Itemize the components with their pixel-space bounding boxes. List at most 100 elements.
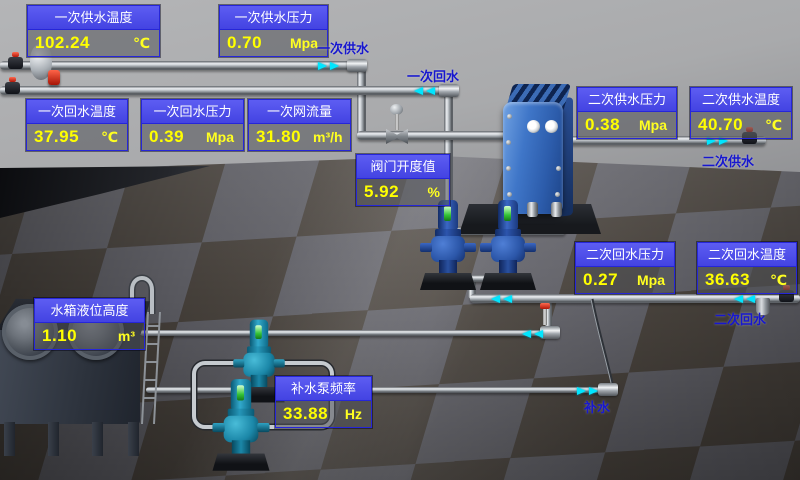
hx-port-upper-left xyxy=(527,120,540,133)
pump-foot xyxy=(232,440,250,455)
label-value-row: 5.92 % xyxy=(357,179,449,205)
circulation-pump-2[interactable] xyxy=(483,200,533,292)
tee-valve-red[interactable] xyxy=(540,303,550,325)
pump-volute xyxy=(431,236,465,262)
control-valve[interactable] xyxy=(384,104,410,146)
label-value-row: 0.70 Mpa xyxy=(220,30,327,56)
circulation-pump-1[interactable] xyxy=(423,200,473,292)
label-value: 5.92 xyxy=(364,182,399,202)
pump-flange xyxy=(274,359,285,367)
label-title: 二次回水压力 xyxy=(576,243,674,267)
hx-bolt xyxy=(506,166,511,171)
makeup-pump-2[interactable] xyxy=(216,379,267,473)
pump-base xyxy=(212,454,269,471)
label-value-row: 40.70 ℃ xyxy=(691,112,791,138)
label-title: 二次供水温度 xyxy=(691,88,791,112)
tank-leg xyxy=(128,422,139,456)
pump-run-lamp xyxy=(237,385,244,400)
flow-arrow-makeup xyxy=(577,387,598,395)
label-title: 一次网流量 xyxy=(249,100,350,124)
label-unit: m³ xyxy=(118,328,135,344)
pipe-primary-supply-drop xyxy=(357,66,366,138)
hmi-heat-exchange-station: 一次供水温度 102.24 ℃ 一次供水压力 0.70 Mpa 一次回水温度 3… xyxy=(0,0,800,480)
pump-flange xyxy=(464,243,476,252)
label-value: 102.24 xyxy=(35,33,90,53)
label-value: 36.63 xyxy=(705,270,750,290)
pipe-primary-supply-to-hx xyxy=(357,131,509,140)
label-value-row: 102.24 ℃ xyxy=(28,30,159,56)
pipe-coupling xyxy=(439,84,459,97)
pipe-coupling xyxy=(540,326,560,339)
label-value-row: 37.95 ℃ xyxy=(27,124,127,150)
pump-volute xyxy=(224,416,259,443)
label-secondary-return-pressure: 二次回水压力 0.27 Mpa xyxy=(575,242,675,294)
label-unit: Mpa xyxy=(290,35,318,51)
label-title: 一次供水压力 xyxy=(220,6,327,30)
label-value: 0.70 xyxy=(227,33,262,53)
flow-arrow-primary-supply xyxy=(318,62,339,70)
label-title: 二次供水压力 xyxy=(578,88,676,112)
label-value: 1.10 xyxy=(42,326,77,346)
small-red-pump[interactable] xyxy=(48,70,60,85)
label-makeup-pump-frequency: 补水泵频率 33.88 Hz xyxy=(275,376,372,428)
pump-run-lamp xyxy=(504,206,511,221)
label-value-row: 0.38 Mpa xyxy=(578,112,676,138)
pump-base xyxy=(480,273,536,290)
pipe-coupling xyxy=(347,59,367,72)
hx-bolt xyxy=(555,192,560,197)
label-value: 31.80 xyxy=(256,127,301,147)
pump-flange xyxy=(212,423,224,432)
label-title: 阀门开度值 xyxy=(357,155,449,179)
pipe-tag-secondary-return: 二次回水 xyxy=(714,309,766,328)
pipe-tag-makeup: 补水 xyxy=(584,397,610,416)
pipe-tank-line xyxy=(140,330,558,336)
label-primary-supply-temp: 一次供水温度 102.24 ℃ xyxy=(27,5,160,57)
control-valve-body xyxy=(386,129,408,144)
tank-leg xyxy=(92,422,103,456)
label-unit: Hz xyxy=(345,406,362,422)
hx-body xyxy=(503,102,563,214)
pump-base xyxy=(420,273,476,290)
label-primary-return-pressure: 一次回水压力 0.39 Mpa xyxy=(141,99,244,151)
valve-stem xyxy=(543,307,547,325)
label-primary-flow: 一次网流量 31.80 m³/h xyxy=(248,99,351,151)
control-valve-stem xyxy=(395,114,399,130)
hand-valve-primary-return[interactable] xyxy=(5,82,20,94)
pump-volute xyxy=(491,236,525,262)
label-title: 二次回水温度 xyxy=(698,243,796,267)
hx-bolt xyxy=(507,192,512,197)
hand-valve-primary-supply[interactable] xyxy=(8,57,23,69)
hx-bolt xyxy=(556,166,561,171)
pump-run-lamp xyxy=(255,325,261,339)
label-unit: % xyxy=(428,184,440,200)
pipe-primary-return xyxy=(0,86,452,95)
label-secondary-supply-pressure: 二次供水压力 0.38 Mpa xyxy=(577,87,677,139)
label-value-row: 0.27 Mpa xyxy=(576,267,674,293)
pump-volute xyxy=(243,353,274,377)
label-primary-return-temp: 一次回水温度 37.95 ℃ xyxy=(26,99,128,151)
pipe-primary-supply xyxy=(0,61,366,70)
label-title: 水箱液位高度 xyxy=(35,299,144,323)
pump-flange xyxy=(257,423,269,432)
label-value-row: 1.10 m³ xyxy=(35,323,144,349)
hx-bolt xyxy=(506,140,511,145)
pipe-tag-primary-supply: 一次供水 xyxy=(317,38,369,57)
label-unit: ℃ xyxy=(765,117,782,134)
tank-leg xyxy=(4,422,15,456)
pump-flange xyxy=(420,243,432,252)
label-title: 一次回水温度 xyxy=(27,100,127,124)
label-value: 37.95 xyxy=(34,127,79,147)
tank-leg xyxy=(48,422,59,456)
flow-arrow-tank-line xyxy=(522,330,543,338)
label-value: 0.38 xyxy=(585,115,620,135)
label-value: 0.27 xyxy=(583,270,618,290)
pump-flange xyxy=(524,243,536,252)
flow-arrow-secondary-return xyxy=(491,295,512,303)
label-unit: ℃ xyxy=(770,272,787,289)
pipe-coupling xyxy=(598,383,618,396)
hx-port-upper-right xyxy=(545,120,558,133)
valve-handle xyxy=(540,303,550,309)
pump-flange xyxy=(480,243,492,252)
pump-foot xyxy=(499,260,517,275)
label-unit: ℃ xyxy=(133,35,150,52)
